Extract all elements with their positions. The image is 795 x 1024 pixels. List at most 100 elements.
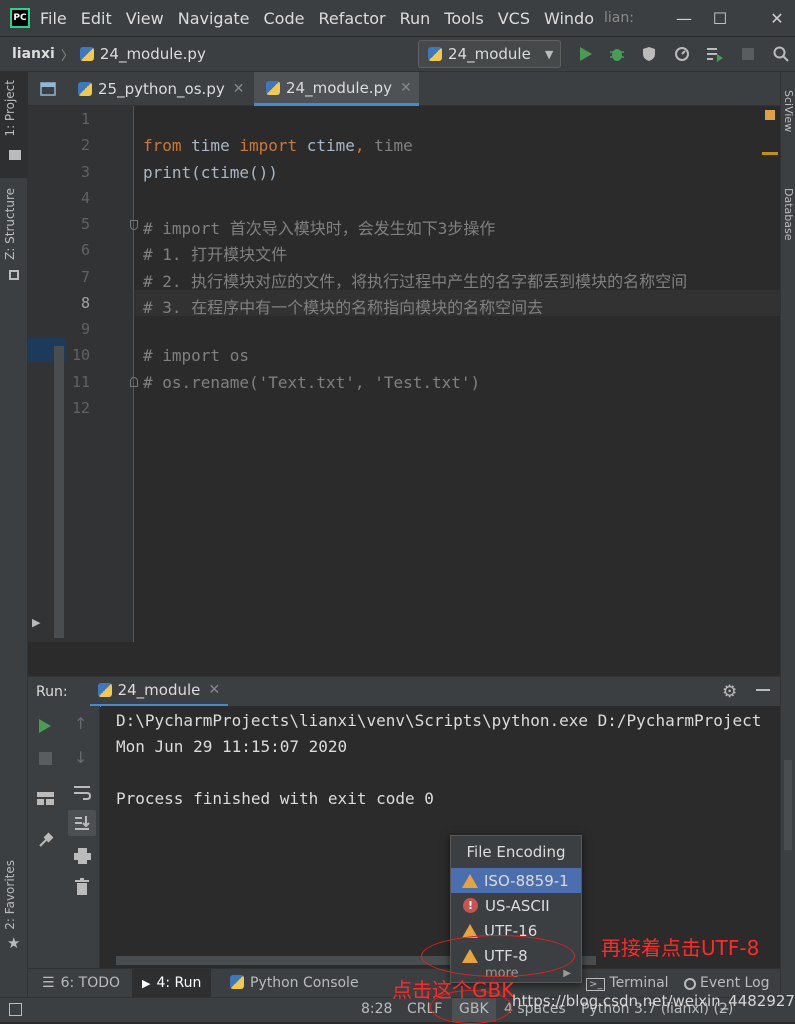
expand-arrow-icon[interactable]: ▶ <box>32 616 40 629</box>
rerun-icon[interactable] <box>38 718 52 734</box>
menu-edit[interactable]: Edit <box>81 9 112 28</box>
coverage-button[interactable] <box>638 42 660 66</box>
tab-run-24-module[interactable]: 24_module ✕ <box>89 677 229 707</box>
play-icon: ▶ <box>142 977 151 990</box>
menu-file[interactable]: File <box>40 9 67 28</box>
warning-stripe-marker[interactable] <box>762 152 778 155</box>
run-button[interactable] <box>575 42 597 66</box>
menu-code[interactable]: Code <box>264 9 305 28</box>
console-line: Process finished with exit code 0 <box>116 789 434 808</box>
close-icon[interactable]: ✕ <box>233 81 245 97</box>
tab-25-python-os[interactable]: 25_python_os.py ✕ <box>78 72 244 106</box>
tab-event-log-label: Event Log <box>700 975 770 991</box>
arrow-down-icon[interactable]: ↓ <box>74 748 87 767</box>
search-everywhere-button[interactable] <box>770 42 792 66</box>
breadcrumb-project[interactable]: lianxi <box>12 46 55 62</box>
tab-structure[interactable]: Z: Structure <box>3 188 17 260</box>
line-number-current: 8 <box>80 294 90 312</box>
trash-icon[interactable] <box>75 878 89 895</box>
tab-24-module[interactable]: 24_module.py ✕ <box>254 72 419 106</box>
pin-icon[interactable] <box>37 832 54 849</box>
gear-icon[interactable]: ⚙ <box>722 682 737 702</box>
fold-icon[interactable] <box>130 377 138 387</box>
tab-database[interactable]: Database <box>782 188 795 241</box>
encoding-option-us-ascii[interactable]: ! US-ASCII <box>451 893 581 918</box>
structure-icon <box>9 270 19 280</box>
tab-event-log[interactable]: Event Log <box>684 975 770 991</box>
play-icon <box>580 47 592 61</box>
hide-panel-icon[interactable] <box>756 689 770 691</box>
menu-window[interactable]: Windo <box>544 9 594 28</box>
tab-terminal-label: Terminal <box>609 975 669 991</box>
error-icon: ! <box>463 898 478 913</box>
tab-terminal[interactable]: >_ Terminal <box>586 975 669 991</box>
menu-vcs[interactable]: VCS <box>498 9 530 28</box>
run-configuration-select[interactable]: 24_module ▼ <box>418 40 561 68</box>
tab-favorites[interactable]: 2: Favorites <box>3 860 17 930</box>
breadcrumb-separator: 〉 <box>60 48 74 64</box>
run-label: Run: <box>36 683 68 700</box>
menu-tools[interactable]: Tools <box>444 9 483 28</box>
menu-navigate[interactable]: Navigate <box>178 9 250 28</box>
minimize-button[interactable]: — <box>664 0 704 36</box>
python-icon <box>230 975 244 989</box>
window-title: lian: <box>603 10 634 26</box>
fold-icon[interactable] <box>130 220 138 230</box>
console-vertical-scrollbar[interactable] <box>784 760 792 850</box>
annotation-utf8-hint: 再接着点击UTF-8 <box>601 936 760 960</box>
python-icon <box>428 47 442 61</box>
toggle-tool-windows-icon[interactable] <box>9 1003 22 1016</box>
profile-button[interactable] <box>671 42 693 66</box>
tab-label: 24_module.py <box>286 78 392 97</box>
console-line: Mon Jun 29 11:15:07 2020 <box>116 737 348 756</box>
code-line-8: # 3. 在程序中有一个模块的名称指向模块的名称空间去 <box>143 298 544 317</box>
menu-refactor[interactable]: Refactor <box>318 9 385 28</box>
tab-todo[interactable]: ☰ 6: TODO <box>42 975 120 991</box>
scroll-to-end-button[interactable] <box>68 810 96 836</box>
debug-button[interactable] <box>606 42 628 66</box>
tab-todo-label: 6: TODO <box>60 975 121 991</box>
event-log-icon <box>684 978 696 990</box>
breadcrumb-file[interactable]: 24_module.py <box>100 45 206 63</box>
unused-import: time <box>364 136 413 155</box>
tab-python-console[interactable]: Python Console <box>230 975 359 991</box>
soft-wrap-icon[interactable] <box>73 784 91 800</box>
warning-indicator-icon[interactable] <box>765 110 775 120</box>
line-number: 1 <box>80 110 90 128</box>
code-line-10: # import os <box>143 346 249 365</box>
tab-project[interactable]: 1: Project <box>3 80 17 137</box>
print-icon[interactable] <box>74 848 91 864</box>
stop-icon <box>742 48 754 60</box>
keyword: from <box>143 136 182 155</box>
close-window-button[interactable]: ✕ <box>757 0 795 36</box>
caret-position[interactable]: 8:28 <box>361 1001 392 1017</box>
python-file-icon <box>78 82 92 96</box>
line-number: 4 <box>80 189 90 207</box>
stop-button[interactable] <box>737 42 759 66</box>
tab-label: 25_python_os.py <box>98 80 225 98</box>
code-line-2: from time import ctime, time <box>143 136 413 155</box>
arrow-up-icon[interactable]: ↑ <box>74 714 87 733</box>
python-file-icon <box>79 47 94 61</box>
menu-view[interactable]: View <box>126 9 164 28</box>
submenu-arrow-icon: ▶ <box>563 968 571 979</box>
stop-icon[interactable] <box>39 752 52 765</box>
code-line-6: # 1. 打开模块文件 <box>143 245 288 264</box>
pycharm-logo-icon: PC <box>10 8 30 28</box>
close-icon[interactable]: ✕ <box>208 682 220 698</box>
comma: , <box>354 136 365 155</box>
list-run-icon <box>707 48 723 62</box>
code-line-3: print(ctime()) <box>143 163 278 182</box>
encoding-label: ISO-8859-1 <box>484 871 569 890</box>
recent-files-icon[interactable] <box>40 72 56 106</box>
folder-icon <box>9 150 21 160</box>
layout-icon[interactable] <box>37 792 54 805</box>
tab-run[interactable]: ▶ 4: Run <box>132 969 212 998</box>
maximize-button[interactable]: ☐ <box>700 0 740 36</box>
tab-sciview[interactable]: SciView <box>782 90 795 132</box>
todo-list-icon: ☰ <box>42 975 55 991</box>
run-concurrency-button[interactable] <box>704 42 726 66</box>
close-icon[interactable]: ✕ <box>400 80 412 96</box>
menu-run[interactable]: Run <box>400 9 431 28</box>
encoding-option-iso-8859-1[interactable]: ISO-8859-1 <box>451 868 581 893</box>
